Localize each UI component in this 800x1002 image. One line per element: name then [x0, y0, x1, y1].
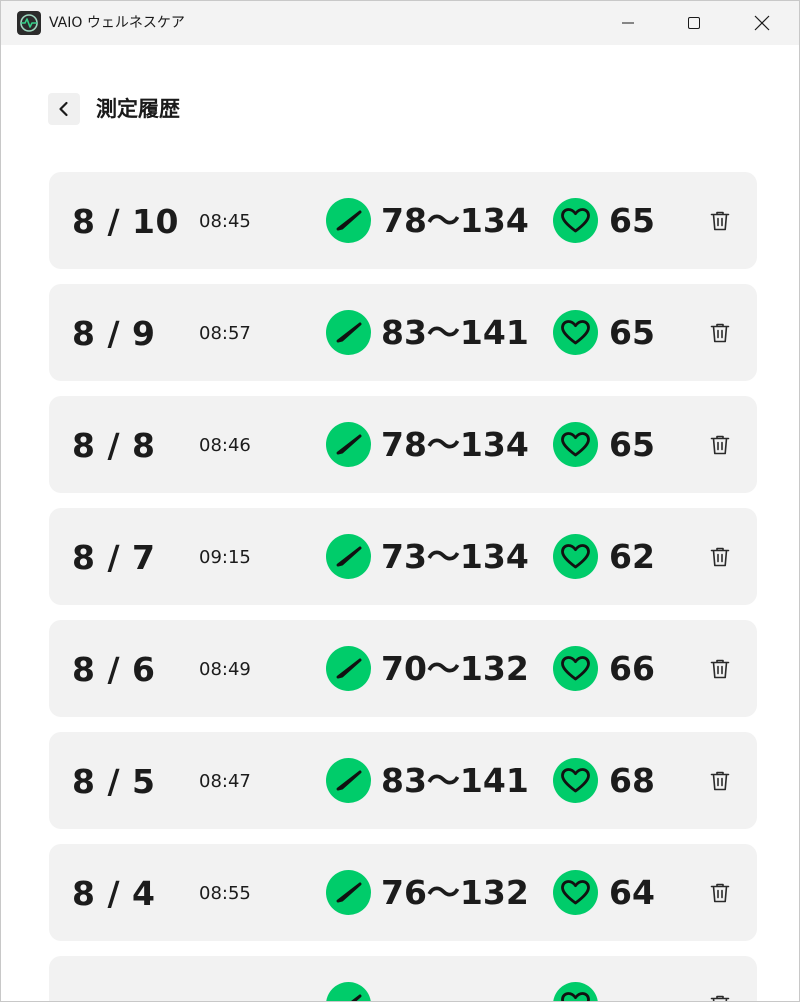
maximize-icon	[688, 17, 700, 29]
gauge-icon	[326, 982, 371, 1001]
heart-icon	[553, 758, 598, 803]
blood-pressure-value: 78〜134	[381, 425, 529, 464]
heart-rate-value: 68	[609, 761, 655, 800]
record-date: 8 / 4	[72, 874, 156, 913]
record-time: 09:15	[199, 547, 251, 568]
close-button[interactable]	[729, 1, 795, 45]
measurement-history-list: 8 / 10 08:45 78〜134 65 8 / 9 08:57 83〜14…	[49, 172, 757, 1002]
trash-icon[interactable]	[708, 209, 732, 233]
blood-pressure-value: 70〜132	[381, 649, 529, 688]
record-date: 8 / 5	[72, 762, 156, 801]
blood-pressure-value: 83〜141	[381, 761, 529, 800]
record-date: 8 / 10	[72, 202, 179, 241]
trash-icon[interactable]	[708, 881, 732, 905]
trash-icon[interactable]	[708, 433, 732, 457]
history-record-card[interactable]: 8 / 6 08:49 70〜132 66	[49, 620, 757, 717]
record-time: 08:47	[199, 771, 251, 792]
window-title: VAIO ウェルネスケア	[49, 15, 185, 31]
record-time: 08:46	[199, 435, 251, 456]
heart-rate-value: 65	[609, 201, 655, 240]
heart-icon	[553, 198, 598, 243]
history-record-card[interactable]: 8 / 4 08:55 76〜132 64	[49, 844, 757, 941]
trash-icon[interactable]	[708, 657, 732, 681]
heart-rate-value: 65	[609, 425, 655, 464]
gauge-icon	[326, 758, 371, 803]
gauge-icon	[326, 646, 371, 691]
title-bar[interactable]: VAIO ウェルネスケア	[1, 1, 799, 45]
history-record-card[interactable]: 8 / 9 08:57 83〜141 65	[49, 284, 757, 381]
history-record-card[interactable]: 8 / 7 09:15 73〜134 62	[49, 508, 757, 605]
blood-pressure-value: 78〜134	[381, 201, 529, 240]
trash-icon[interactable]	[708, 545, 732, 569]
history-record-card[interactable]	[49, 956, 757, 1002]
record-date: 8 / 7	[72, 538, 156, 577]
minimize-button[interactable]	[595, 1, 661, 45]
heart-icon	[553, 982, 598, 1001]
blood-pressure-value: 83〜141	[381, 313, 529, 352]
gauge-icon	[326, 310, 371, 355]
record-time: 08:45	[199, 211, 251, 232]
record-time: 08:55	[199, 883, 251, 904]
heart-icon	[553, 646, 598, 691]
heart-rate-value: 64	[609, 873, 655, 912]
heart-rate-value: 65	[609, 313, 655, 352]
trash-icon[interactable]	[708, 769, 732, 793]
history-record-card[interactable]: 8 / 5 08:47 83〜141 68	[49, 732, 757, 829]
chevron-left-icon	[59, 101, 68, 117]
back-button[interactable]	[48, 93, 80, 125]
gauge-icon	[326, 870, 371, 915]
heart-icon	[553, 870, 598, 915]
page-title: 測定履歴	[96, 97, 180, 121]
gauge-icon	[326, 198, 371, 243]
blood-pressure-value: 76〜132	[381, 873, 529, 912]
maximize-button[interactable]	[661, 1, 727, 45]
history-record-card[interactable]: 8 / 10 08:45 78〜134 65	[49, 172, 757, 269]
record-date: 8 / 8	[72, 426, 156, 465]
minimize-icon	[622, 22, 634, 24]
heart-rate-value: 62	[609, 537, 655, 576]
heart-rate-value: 66	[609, 649, 655, 688]
close-icon	[754, 15, 770, 31]
gauge-icon	[326, 422, 371, 467]
heart-icon	[553, 534, 598, 579]
history-record-card[interactable]: 8 / 8 08:46 78〜134 65	[49, 396, 757, 493]
record-time: 08:49	[199, 659, 251, 680]
app-icon	[17, 11, 41, 35]
heart-icon	[553, 310, 598, 355]
record-date: 8 / 6	[72, 650, 156, 689]
record-date: 8 / 9	[72, 314, 156, 353]
record-time: 08:57	[199, 323, 251, 344]
app-window: VAIO ウェルネスケア 測定履歴 8 / 10 08:45 78〜134 65…	[0, 0, 800, 1002]
trash-icon[interactable]	[708, 321, 732, 345]
gauge-icon	[326, 534, 371, 579]
trash-icon[interactable]	[708, 993, 732, 1002]
heart-icon	[553, 422, 598, 467]
blood-pressure-value: 73〜134	[381, 537, 529, 576]
